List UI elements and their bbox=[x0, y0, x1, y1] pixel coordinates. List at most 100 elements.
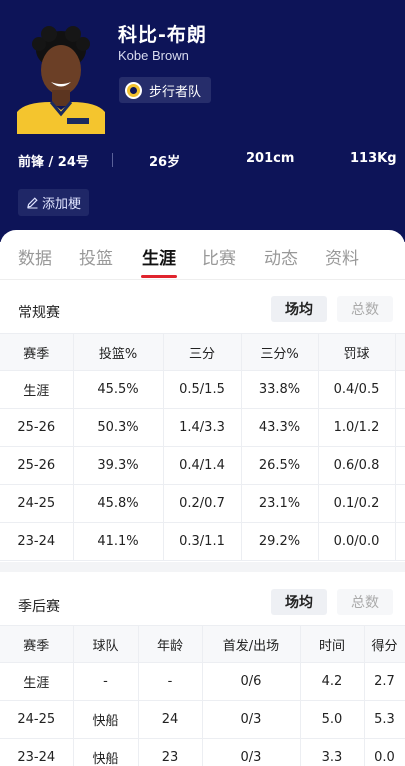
regular-season-table: 赛季 投篮% 三分 三分% 罚球 生涯 45.5% 0.5/1.5 33.8% … bbox=[0, 333, 405, 561]
table-cell-overflow bbox=[394, 522, 405, 561]
table-cell: 0.5/1.5 bbox=[162, 370, 242, 409]
table-cell: 26.5% bbox=[240, 446, 319, 485]
table-cell: 23-24 bbox=[0, 522, 74, 561]
playoffs-total-toggle[interactable]: 总数 bbox=[337, 589, 393, 615]
table-row[interactable]: 24-25 45.8% 0.2/0.7 23.1% 0.1/0.2 bbox=[0, 484, 405, 523]
column-header: 球队 bbox=[72, 625, 139, 663]
table-row[interactable]: 生涯 45.5% 0.5/1.5 33.8% 0.4/0.5 bbox=[0, 370, 405, 409]
table-cell: 45.5% bbox=[72, 370, 164, 409]
table-cell: 0/3 bbox=[201, 700, 301, 739]
table-cell: 0.0 bbox=[363, 738, 405, 766]
table-cell: 29.2% bbox=[240, 522, 319, 561]
regular-season-title: 常规赛 bbox=[18, 305, 60, 321]
table-cell: 0/3 bbox=[201, 738, 301, 766]
table-cell: 24 bbox=[137, 700, 203, 739]
table-cell: 50.3% bbox=[72, 408, 164, 447]
table-row[interactable]: 24-25 快船 24 0/3 5.0 5.3 bbox=[0, 700, 405, 739]
column-header: 首发/出场 bbox=[201, 625, 301, 663]
info-divider bbox=[112, 153, 113, 167]
tab-profile[interactable]: 资料 bbox=[322, 244, 362, 269]
column-header: 赛季 bbox=[0, 333, 74, 371]
player-age: 26岁 bbox=[149, 155, 181, 170]
team-name: 步行者队 bbox=[149, 84, 202, 100]
column-header: 赛季 bbox=[0, 625, 74, 663]
table-header-row: 赛季 球队 年龄 首发/出场 时间 得分 bbox=[0, 625, 405, 663]
player-header: 科比-布朗 Kobe Brown 步行者队 前锋 / 24号 26岁 201cm… bbox=[0, 0, 405, 242]
table-cell: 3.3 bbox=[299, 738, 365, 766]
table-header-row: 赛季 投篮% 三分 三分% 罚球 bbox=[0, 333, 405, 371]
table-row[interactable]: 25-26 50.3% 1.4/3.3 43.3% 1.0/1.2 bbox=[0, 408, 405, 447]
player-info-row: 前锋 / 24号 26岁 201cm 113Kg bbox=[0, 151, 405, 171]
table-cell: 0/6 bbox=[201, 662, 301, 701]
tab-stats[interactable]: 数据 bbox=[15, 244, 55, 269]
table-cell: 0.0/0.0 bbox=[317, 522, 396, 561]
table-cell-overflow bbox=[394, 370, 405, 409]
edit-icon bbox=[27, 197, 38, 209]
table-cell-overflow bbox=[394, 446, 405, 485]
tab-games[interactable]: 比赛 bbox=[199, 244, 239, 269]
table-cell: - bbox=[137, 662, 203, 701]
column-header: 罚球 bbox=[317, 333, 396, 371]
table-cell: 2.7 bbox=[363, 662, 405, 701]
table-cell: 5.3 bbox=[363, 700, 405, 739]
table-row[interactable]: 生涯 - - 0/6 4.2 2.7 bbox=[0, 662, 405, 701]
table-row[interactable]: 25-26 39.3% 0.4/1.4 26.5% 0.6/0.8 bbox=[0, 446, 405, 485]
table-cell: 23 bbox=[137, 738, 203, 766]
table-cell: 24-25 bbox=[0, 484, 74, 523]
table-cell: 1.0/1.2 bbox=[317, 408, 396, 447]
tab-shooting[interactable]: 投篮 bbox=[76, 244, 116, 269]
table-cell: 0.4/0.5 bbox=[317, 370, 396, 409]
regular-total-toggle[interactable]: 总数 bbox=[337, 296, 393, 322]
table-cell: 快船 bbox=[72, 700, 139, 739]
table-cell: 33.8% bbox=[240, 370, 319, 409]
column-header: 投篮% bbox=[72, 333, 164, 371]
table-cell: 0.6/0.8 bbox=[317, 446, 396, 485]
table-cell: 0.3/1.1 bbox=[162, 522, 242, 561]
table-cell: 0.1/0.2 bbox=[317, 484, 396, 523]
position-number: 前锋 / 24号 bbox=[18, 155, 89, 170]
table-cell: 0.2/0.7 bbox=[162, 484, 242, 523]
regular-avg-toggle[interactable]: 场均 bbox=[271, 296, 327, 322]
table-cell-overflow bbox=[394, 484, 405, 523]
table-cell: 23.1% bbox=[240, 484, 319, 523]
table-cell: 41.1% bbox=[72, 522, 164, 561]
playoffs-title: 季后赛 bbox=[18, 599, 60, 615]
team-logo-icon bbox=[125, 81, 142, 99]
table-cell: 25-26 bbox=[0, 408, 74, 447]
table-cell: 43.3% bbox=[240, 408, 319, 447]
table-cell: 生涯 bbox=[0, 370, 74, 409]
table-cell: 生涯 bbox=[0, 662, 74, 701]
column-header-overflow bbox=[394, 333, 405, 371]
playoffs-avg-toggle[interactable]: 场均 bbox=[271, 589, 327, 615]
player-name-en: Kobe Brown bbox=[118, 48, 189, 63]
column-header: 得分 bbox=[363, 625, 405, 663]
tab-career[interactable]: 生涯 bbox=[139, 244, 179, 269]
table-cell: 4.2 bbox=[299, 662, 365, 701]
team-chip[interactable]: 步行者队 bbox=[119, 77, 212, 103]
tab-bar: 数据 投篮 生涯 比赛 动态 资料 bbox=[0, 230, 405, 280]
playoffs-table: 赛季 球队 年龄 首发/出场 时间 得分 生涯 - - 0/6 4.2 2.7 … bbox=[0, 625, 405, 766]
table-cell: 39.3% bbox=[72, 446, 164, 485]
table-row[interactable]: 23-24 快船 23 0/3 3.3 0.0 bbox=[0, 738, 405, 766]
player-weight: 113Kg bbox=[350, 151, 397, 166]
player-photo bbox=[17, 20, 105, 134]
content-sheet: 数据 投篮 生涯 比赛 动态 资料 常规赛 场均 总数 赛季 投篮% 三分 三分… bbox=[0, 230, 405, 766]
column-header: 时间 bbox=[299, 625, 365, 663]
tab-news[interactable]: 动态 bbox=[261, 244, 301, 269]
table-cell: 25-26 bbox=[0, 446, 74, 485]
section-divider bbox=[0, 562, 405, 572]
table-cell: 快船 bbox=[72, 738, 139, 766]
active-tab-indicator bbox=[141, 275, 177, 278]
player-height: 201cm bbox=[246, 151, 295, 166]
player-name-cn: 科比-布朗 bbox=[118, 24, 207, 46]
table-cell: 23-24 bbox=[0, 738, 74, 766]
table-cell: 0.4/1.4 bbox=[162, 446, 242, 485]
table-cell: 45.8% bbox=[72, 484, 164, 523]
table-cell: - bbox=[72, 662, 139, 701]
table-cell: 1.4/3.3 bbox=[162, 408, 242, 447]
column-header: 三分 bbox=[162, 333, 242, 371]
column-header: 三分% bbox=[240, 333, 319, 371]
add-meme-button[interactable]: 添加梗 bbox=[18, 189, 90, 216]
table-row[interactable]: 23-24 41.1% 0.3/1.1 29.2% 0.0/0.0 bbox=[0, 522, 405, 561]
column-header: 年龄 bbox=[137, 625, 203, 663]
